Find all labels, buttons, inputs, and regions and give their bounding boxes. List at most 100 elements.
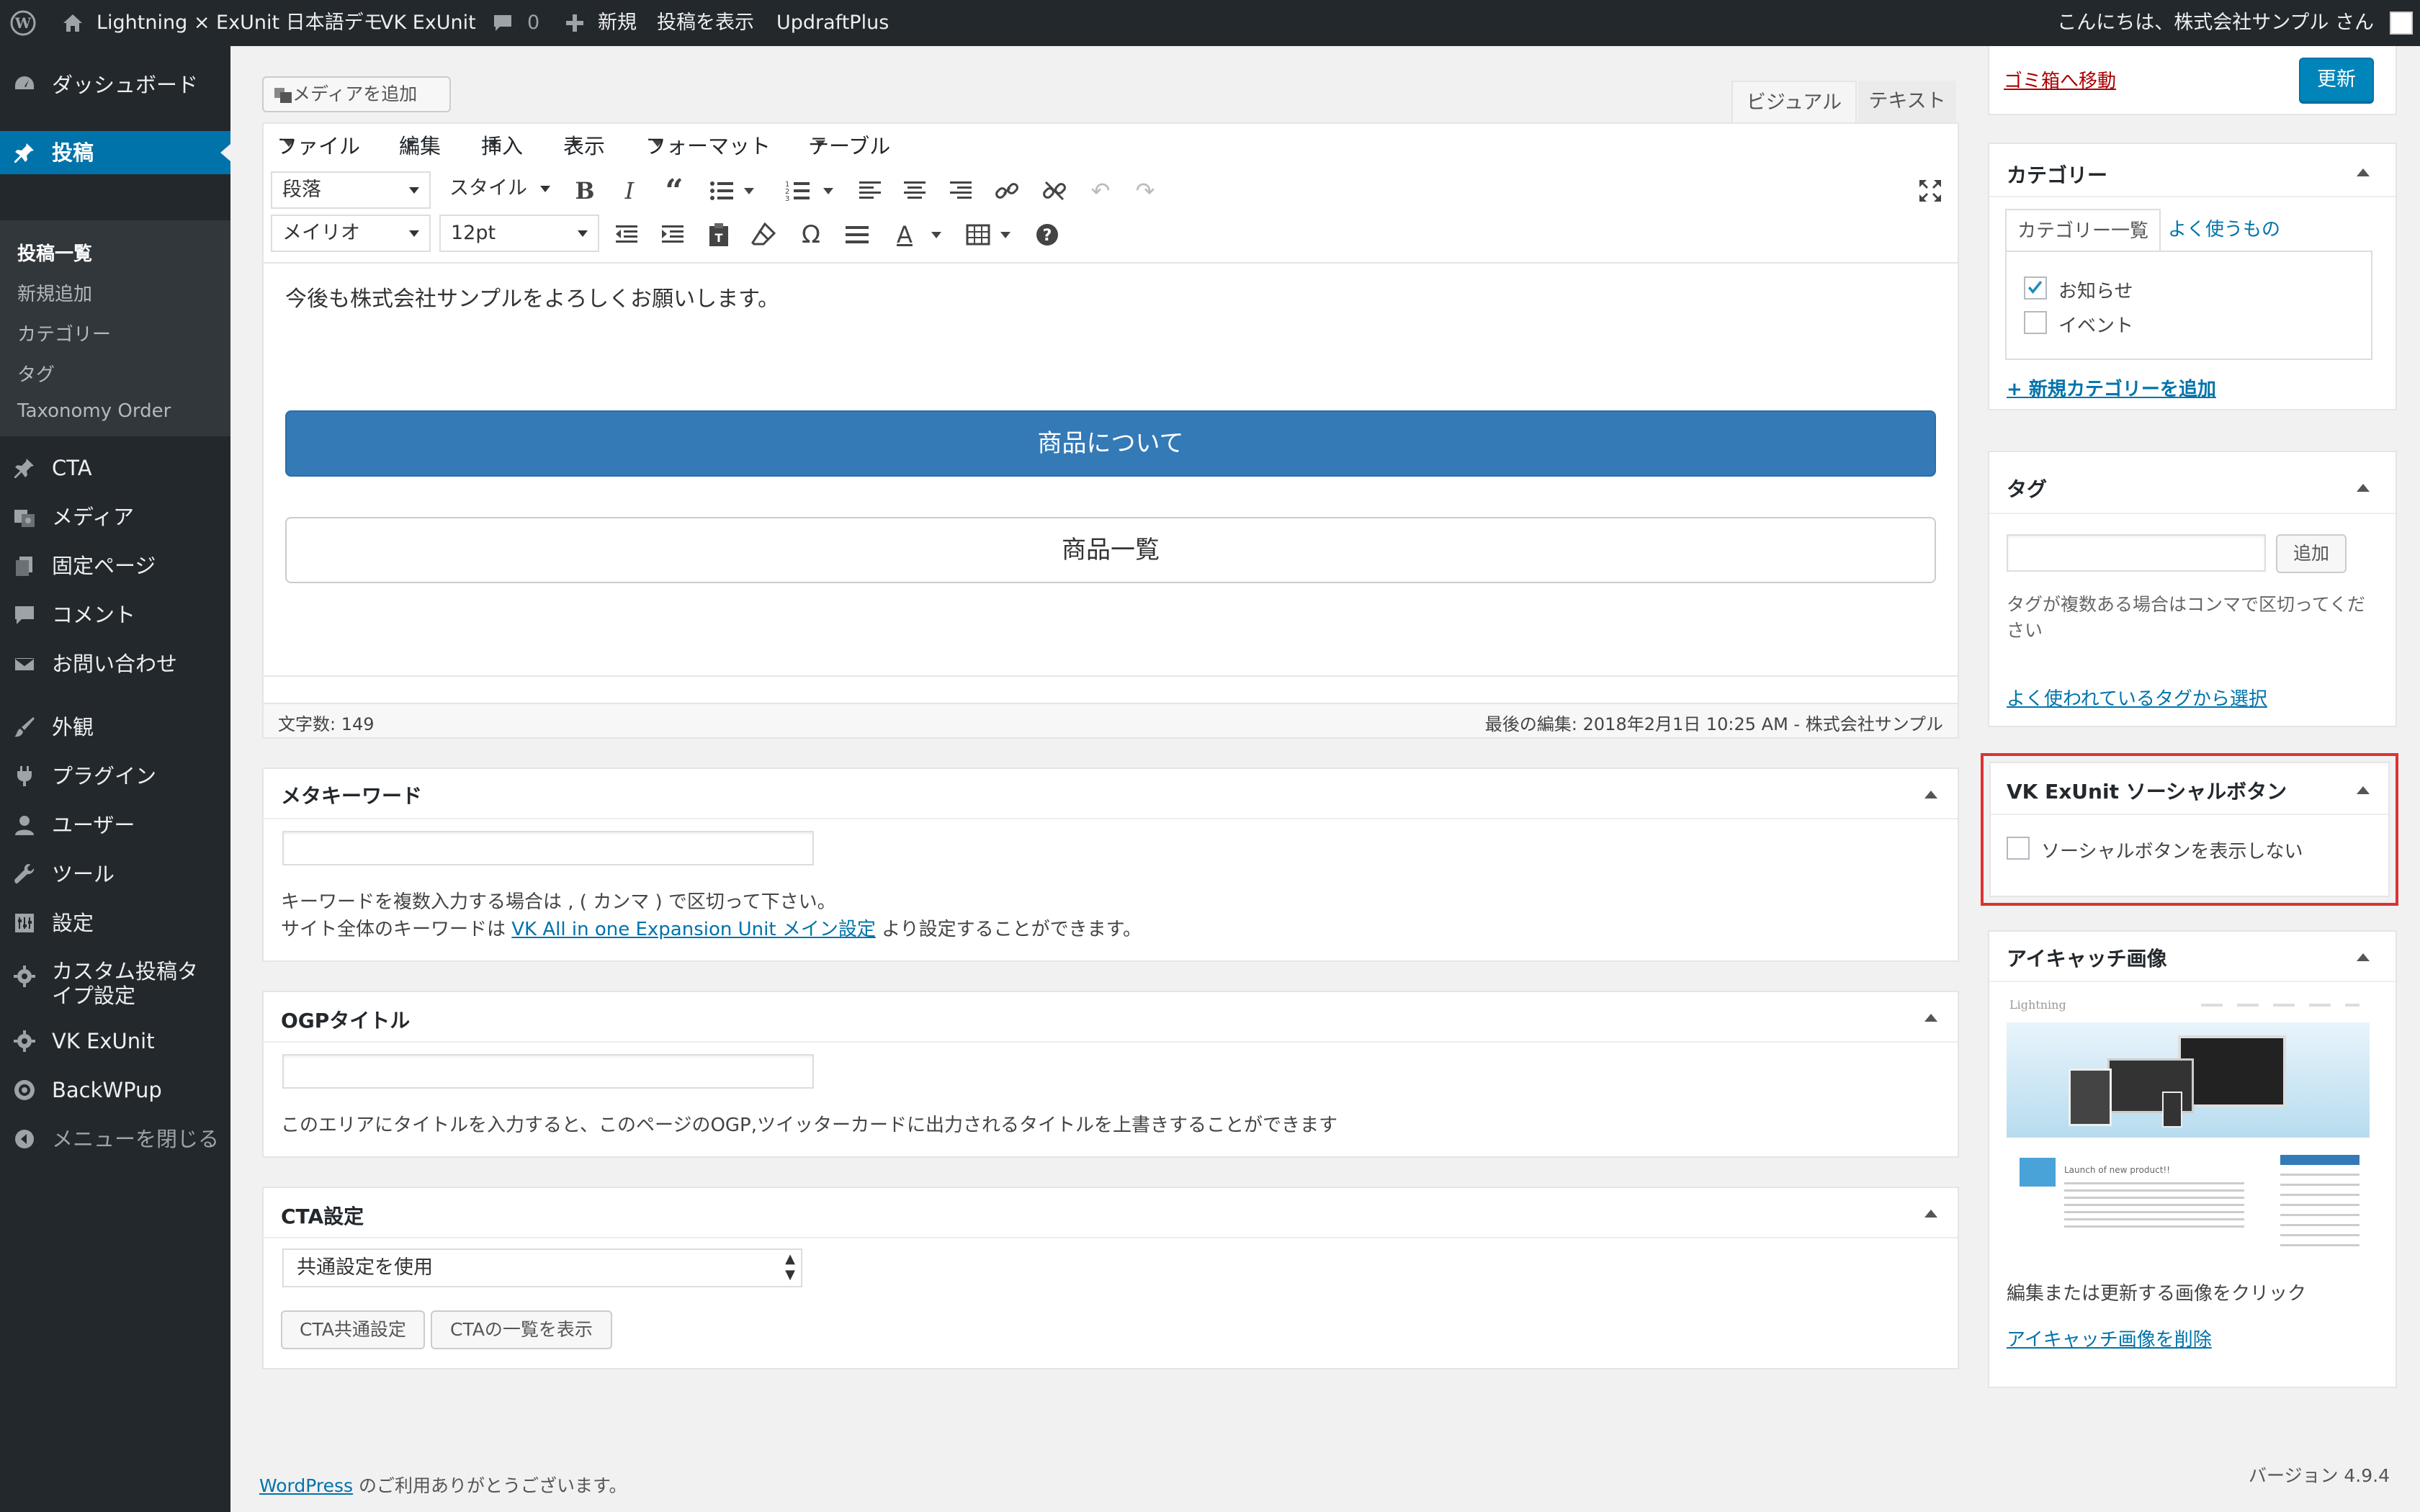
update-button[interactable]: 更新 — [2299, 58, 2374, 102]
tag-input[interactable] — [2007, 534, 2266, 572]
menu-vk-exunit[interactable]: VK ExUnit — [0, 1020, 230, 1063]
menu-cta[interactable]: CTA — [0, 446, 230, 490]
menu-collapse[interactable]: メニューを閉じる — [0, 1117, 230, 1161]
menu-tools[interactable]: ツール — [0, 852, 230, 896]
add-new-category-link[interactable]: + 新規カテゴリーを追加 — [2007, 374, 2216, 401]
wordpress-link[interactable]: WordPress — [259, 1475, 353, 1496]
blockquote-icon[interactable]: “ — [658, 173, 690, 210]
collapse-arrow-icon[interactable] — [1924, 791, 1937, 798]
size-select[interactable]: 12pt — [439, 215, 599, 252]
collapse-arrow-icon[interactable] — [2357, 786, 2370, 794]
indent-icon[interactable] — [657, 219, 689, 251]
menu-posts[interactable]: 投稿 — [0, 131, 230, 174]
menu-file[interactable]: ファイル — [277, 130, 360, 158]
collapse-arrow-icon[interactable] — [1924, 1014, 1937, 1022]
bullet-list-icon[interactable] — [706, 175, 738, 207]
tab-most-used[interactable]: よく使うもの — [2168, 209, 2280, 251]
submenu-taxonomy-order[interactable]: Taxonomy Order — [17, 400, 171, 422]
chevron-down-icon[interactable] — [742, 175, 756, 207]
text-color-icon[interactable]: A — [889, 219, 920, 251]
help-icon[interactable]: ? — [1031, 219, 1063, 251]
cta-list-button[interactable]: CTAの一覧を表示 — [431, 1310, 612, 1349]
paste-text-icon[interactable]: T — [703, 219, 735, 251]
tab-text[interactable]: テキスト — [1858, 81, 1956, 124]
outdent-icon[interactable] — [611, 219, 642, 251]
font-select[interactable]: メイリオ — [271, 215, 431, 252]
menu-contact[interactable]: お問い合わせ — [0, 642, 230, 685]
italic-icon[interactable]: I — [614, 175, 645, 207]
menu-view[interactable]: 表示 — [563, 130, 605, 158]
submenu-all-posts[interactable]: 投稿一覧 — [17, 239, 92, 266]
menu-format[interactable]: フォーマット — [645, 130, 771, 158]
updraftplus-link[interactable]: UpdraftPlus — [776, 0, 889, 46]
menu-plugins[interactable]: プラグイン — [0, 755, 230, 798]
hide-social-checkbox[interactable] — [2007, 837, 2030, 860]
horizontal-line-icon[interactable] — [841, 219, 873, 251]
new-content-link[interactable]: 新規 — [598, 0, 637, 46]
menu-custom-post-type[interactable]: カスタム投稿タイプ設定 — [0, 955, 230, 1012]
align-right-icon[interactable] — [945, 175, 977, 207]
submenu-categories[interactable]: カテゴリー — [17, 320, 111, 346]
align-left-icon[interactable] — [854, 175, 886, 207]
move-to-trash-link[interactable]: ゴミ箱へ移動 — [2004, 66, 2116, 93]
unlink-icon[interactable] — [1039, 175, 1070, 207]
fullscreen-icon[interactable] — [1914, 175, 1946, 207]
tab-visual[interactable]: ビジュアル — [1731, 81, 1857, 124]
chevron-down-icon[interactable] — [821, 175, 835, 207]
account-greeting[interactable]: こんにちは、株式会社サンプル さん — [2057, 0, 2374, 46]
style-select[interactable]: スタイル — [439, 171, 560, 209]
menu-dashboard[interactable]: ダッシュボード — [0, 63, 230, 107]
expansion-unit-settings-link[interactable]: VK All in one Expansion Unit メイン設定 — [511, 919, 876, 940]
secondary-cta-button[interactable]: 商品一覧 — [285, 517, 1936, 583]
avatar[interactable] — [2390, 12, 2413, 35]
featured-image-thumbnail[interactable]: Lightning Launch of new product!! — [2007, 994, 2370, 1266]
choose-popular-tags-link[interactable]: よく使われているタグから選択 — [2007, 684, 2267, 711]
numbered-list-icon[interactable]: 123 — [782, 175, 814, 207]
ogp-title-input[interactable] — [282, 1054, 814, 1089]
table-icon[interactable] — [962, 219, 994, 251]
menu-pages[interactable]: 固定ページ — [0, 544, 230, 588]
chevron-down-icon[interactable] — [998, 219, 1013, 251]
meta-keywords-input[interactable] — [282, 831, 814, 865]
comment-icon[interactable] — [493, 14, 513, 32]
menu-comments[interactable]: コメント — [0, 593, 230, 636]
menu-edit[interactable]: 編集 — [399, 130, 441, 158]
wordpress-logo-icon[interactable]: W — [10, 10, 36, 36]
collapse-arrow-icon[interactable] — [2357, 953, 2370, 961]
menu-backwpup[interactable]: BackWPup — [0, 1068, 230, 1112]
collapse-arrow-icon[interactable] — [2357, 168, 2370, 176]
site-name-link[interactable]: Lightning × ExUnit 日本語デモ — [97, 0, 383, 46]
bold-icon[interactable]: B — [569, 175, 601, 207]
align-center-icon[interactable] — [899, 175, 931, 207]
category-checkbox[interactable] — [2024, 276, 2047, 300]
chevron-down-icon[interactable] — [929, 219, 944, 251]
cta-select[interactable]: 共通設定を使用 ▲ ▼ — [282, 1248, 802, 1287]
category-checkbox[interactable] — [2024, 311, 2047, 334]
menu-media[interactable]: メディア — [0, 495, 230, 539]
remove-featured-image-link[interactable]: アイキャッチ画像を削除 — [2007, 1325, 2212, 1351]
add-tag-button[interactable]: 追加 — [2276, 534, 2347, 573]
tab-all-categories[interactable]: カテゴリー一覧 — [2005, 209, 2161, 252]
add-media-button[interactable]: メディアを追加 — [262, 76, 451, 112]
view-post-link[interactable]: 投稿を表示 — [657, 0, 754, 46]
submenu-add-new[interactable]: 新規追加 — [17, 279, 92, 306]
primary-cta-button[interactable]: 商品について — [285, 410, 1936, 477]
menu-users[interactable]: ユーザー — [0, 804, 230, 847]
collapse-arrow-icon[interactable] — [1924, 1210, 1937, 1218]
collapse-arrow-icon[interactable] — [2357, 484, 2370, 492]
editor-content-text[interactable]: 今後も株式会社サンプルをよろしくお願いします。 — [285, 281, 779, 312]
redo-icon[interactable]: ↷ — [1129, 175, 1161, 207]
cta-common-settings-button[interactable]: CTA共通設定 — [281, 1310, 425, 1349]
link-icon[interactable] — [991, 175, 1023, 207]
menu-insert[interactable]: 挿入 — [481, 130, 523, 158]
special-character-icon[interactable]: Ω — [795, 219, 827, 251]
menu-table[interactable]: テーブル — [808, 130, 890, 158]
clear-formatting-icon[interactable] — [748, 219, 779, 251]
format-select[interactable]: 段落 — [271, 171, 431, 209]
menu-appearance[interactable]: 外観 — [0, 706, 230, 749]
vk-exunit-link[interactable]: VK ExUnit — [380, 0, 476, 46]
undo-icon[interactable]: ↶ — [1085, 175, 1116, 207]
menu-settings[interactable]: 設定 — [0, 901, 230, 945]
submenu-tags[interactable]: タグ — [17, 360, 55, 387]
comments-count[interactable]: 0 — [527, 0, 539, 46]
